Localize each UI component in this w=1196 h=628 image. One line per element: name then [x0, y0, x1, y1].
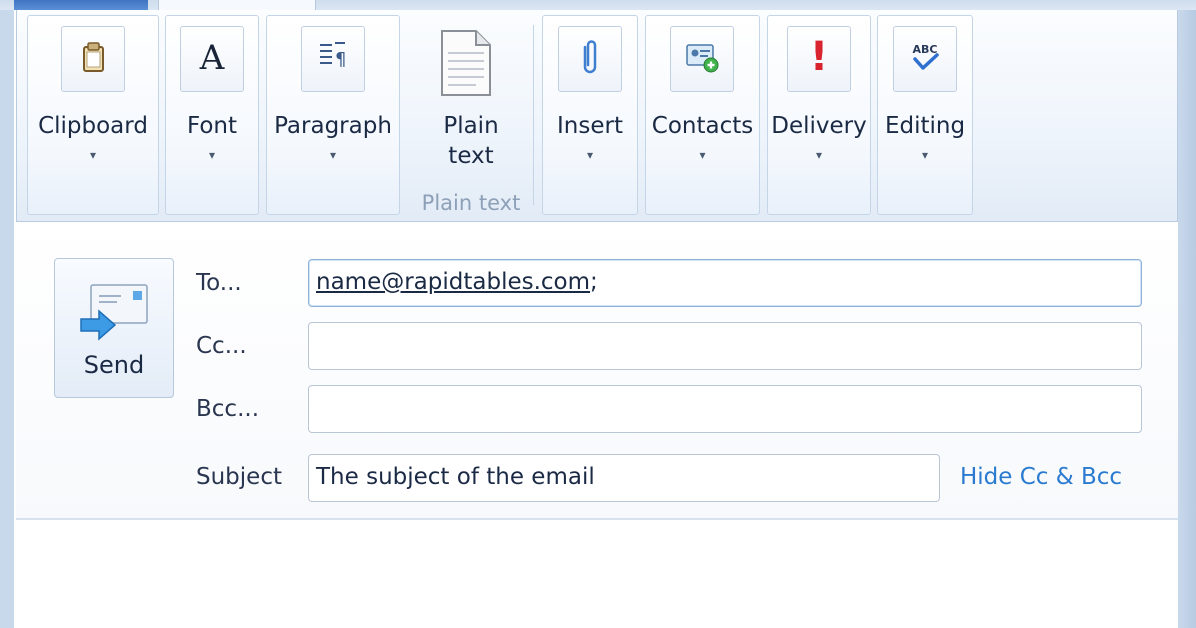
spellcheck-icon: ABC — [893, 26, 957, 92]
font-icon: A — [180, 26, 244, 92]
ribbon-group-label: Delivery — [771, 113, 867, 139]
cc-label[interactable]: Cc... — [196, 333, 247, 359]
ribbon-group-editing[interactable]: ABC Editing ▾ — [877, 15, 973, 215]
ribbon-group-label: Editing — [884, 113, 966, 139]
chevron-down-icon: ▾ — [89, 148, 97, 162]
compose-header: Send To... name@rapidtables.com; Cc... B… — [16, 222, 1178, 520]
to-field[interactable]: name@rapidtables.com; — [308, 259, 1142, 307]
plain-text-document-icon — [436, 27, 496, 103]
message-body[interactable] — [16, 520, 1178, 628]
clipboard-icon — [61, 26, 125, 92]
compose-window: Clipboard ▾ A Font ▾ ¶ Paragraph ▾ Plain… — [0, 0, 1196, 628]
ribbon-group-caption: Plain text — [421, 191, 521, 215]
ribbon-group-label: Paragraph — [274, 113, 392, 139]
chevron-down-icon: ▾ — [921, 148, 929, 162]
send-button-label: Send — [83, 351, 145, 379]
bcc-label[interactable]: Bcc... — [196, 396, 259, 422]
ribbon-group-paragraph[interactable]: ¶ Paragraph ▾ — [266, 15, 400, 215]
ribbon-group-contacts[interactable]: Contacts ▾ — [645, 15, 760, 215]
paragraph-icon: ¶ — [301, 26, 365, 92]
ribbon-group-insert[interactable]: Insert ▾ — [542, 15, 638, 215]
paperclip-icon — [558, 26, 622, 92]
ribbon-group-font[interactable]: A Font ▾ — [165, 15, 259, 215]
ribbon-group-label: Clipboard — [38, 113, 148, 139]
ribbon-group-label: Font — [186, 113, 238, 139]
chevron-down-icon: ▾ — [699, 148, 706, 162]
ribbon-group-plain-text[interactable]: Plain text Plain text — [407, 15, 535, 215]
to-label[interactable]: To... — [196, 270, 242, 296]
chevron-down-icon: ▾ — [815, 148, 823, 162]
plain-text-line2: text — [448, 143, 494, 169]
subject-field[interactable]: The subject of the email — [308, 454, 940, 502]
ribbon-group-label: Insert — [557, 113, 623, 139]
send-envelope-icon — [77, 279, 153, 349]
add-contact-icon — [670, 26, 734, 92]
ribbon-group-label: Contacts — [651, 113, 754, 139]
chevron-down-icon: ▾ — [208, 148, 216, 162]
send-button[interactable]: Send — [54, 258, 174, 398]
subject-label: Subject — [196, 464, 282, 490]
window-right-border — [1178, 10, 1196, 628]
recipient-name[interactable]: name@rapidtables.com — [316, 269, 590, 295]
ribbon-group-delivery[interactable]: ! Delivery ▾ — [767, 15, 871, 215]
priority-glyph: ! — [809, 34, 829, 80]
plain-text-line1: Plain — [443, 113, 499, 139]
ribbon-tab-strip — [0, 0, 1196, 10]
priority-icon: ! — [787, 26, 851, 92]
chevron-down-icon: ▾ — [586, 148, 594, 162]
tab-message[interactable] — [158, 0, 316, 10]
ribbon-separator — [533, 25, 534, 205]
recipient-separator: ; — [590, 269, 598, 295]
chevron-down-icon: ▾ — [329, 148, 337, 162]
ribbon: Clipboard ▾ A Font ▾ ¶ Paragraph ▾ Plain… — [16, 10, 1178, 222]
cc-field[interactable] — [308, 322, 1142, 370]
ribbon-group-clipboard[interactable]: Clipboard ▾ — [27, 15, 159, 215]
spellcheck-glyph: ABC — [913, 43, 938, 56]
font-glyph: A — [199, 38, 225, 78]
svg-text:¶: ¶ — [335, 49, 346, 70]
hide-cc-bcc-link[interactable]: Hide Cc & Bcc — [960, 464, 1122, 490]
plain-text-button-label: Plain text — [407, 111, 535, 171]
bcc-field[interactable] — [308, 385, 1142, 433]
tab-menu[interactable] — [14, 0, 148, 10]
